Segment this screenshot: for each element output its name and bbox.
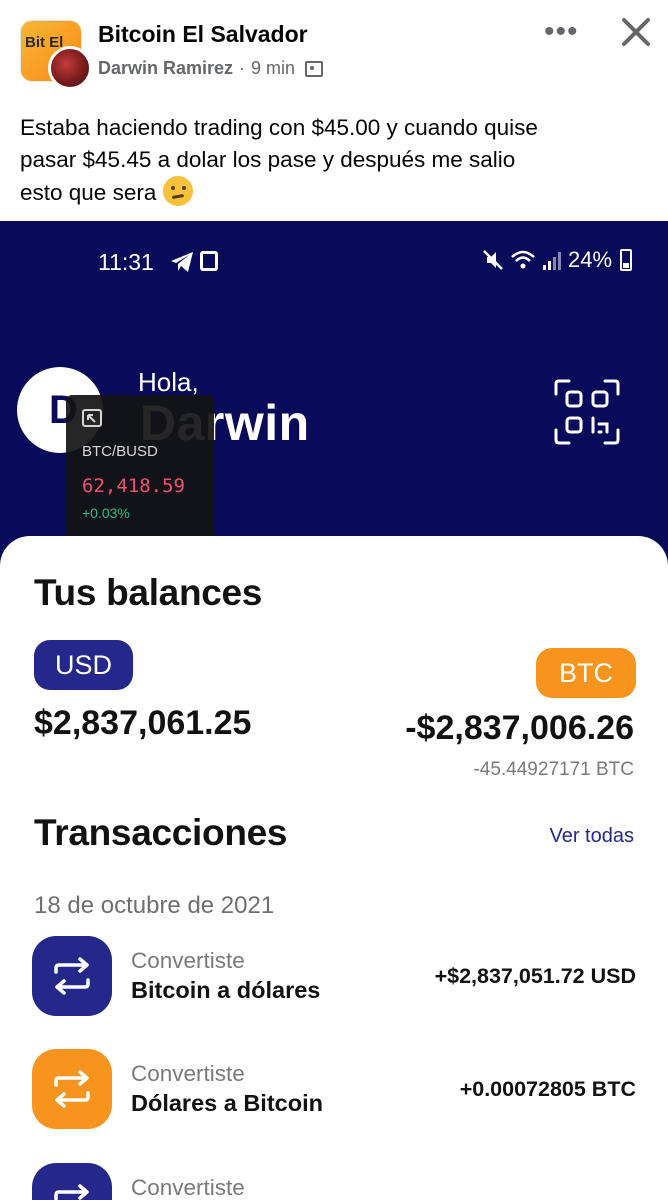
btc-badge[interactable]: BTC (536, 648, 636, 698)
transaction-amount: +0.00072805 BTC (459, 1077, 636, 1101)
wifi-icon (511, 250, 535, 269)
transaction-description: Bitcoin a dólares (131, 977, 321, 1003)
close-icon[interactable] (618, 12, 654, 52)
post-meta: Darwin Ramirez · 9 min (98, 58, 324, 79)
transactions-date: 18 de octubre de 2021 (34, 892, 275, 919)
battery-icon (620, 249, 633, 271)
post-image[interactable]: 11:31 24% D Hola, Darwin BTC/BUSD 62,418… (0, 221, 668, 1200)
transactions-title: Transacciones (34, 812, 288, 853)
post-text-line: esto que sera (20, 176, 650, 209)
transaction-amount: +$2,837,051.72 USD (434, 964, 636, 988)
author-name[interactable]: Darwin Ramirez (98, 58, 233, 79)
meta-separator: · (239, 58, 246, 78)
transaction-description: Dólares a Bitcoin (131, 1090, 323, 1116)
convert-icon (32, 1163, 112, 1200)
transaction-kind: Convertiste (131, 1061, 245, 1086)
btc-balance: -$2,837,006.26 (405, 709, 634, 747)
battery-percent: 24% (568, 247, 613, 272)
qr-code-icon[interactable] (553, 378, 621, 446)
post-text: Estaba haciendo trading con $45.00 y cua… (20, 112, 650, 209)
ticker-price: 62,418.59 (82, 475, 185, 497)
transaction-row[interactable]: Convertiste Bitcoin a dólares +$2,837,05… (32, 936, 636, 1016)
post-text-line: pasar $45.45 a dolar los pase y después … (20, 147, 516, 172)
telegram-icon (171, 252, 193, 272)
balances-card: Tus balances USD $2,837,061.25 BTC -$2,8… (0, 536, 668, 1200)
balances-title: Tus balances (34, 572, 263, 613)
transaction-row[interactable]: Convertiste Dólares a Bitcoin +0.0007280… (32, 1049, 636, 1129)
post-time[interactable]: 9 min (251, 58, 295, 79)
author-avatar[interactable] (48, 46, 92, 90)
status-right: 24% (482, 247, 633, 273)
post-text-line-end: esto que sera (20, 180, 157, 205)
group-name[interactable]: Bitcoin El Salvador (98, 21, 308, 48)
signal-icon (543, 252, 561, 270)
btc-balance-units: -45.44927171 BTC (473, 759, 634, 780)
more-horizontal-icon[interactable]: ••• (544, 17, 579, 47)
transaction-row[interactable]: Convertiste (32, 1163, 636, 1200)
price-ticker-overlay[interactable]: BTC/BUSD 62,418.59 +0.03% (66, 395, 214, 539)
status-bar: 11:31 24% (0, 221, 668, 301)
notification-icon (200, 251, 218, 271)
convert-icon (32, 1049, 112, 1129)
thinking-face-icon (162, 176, 193, 206)
post-header: Bit El Bitcoin El Salvador Darwin Ramire… (0, 0, 668, 100)
group-logo-text: Bit El (25, 34, 64, 51)
transaction-kind: Convertiste (131, 948, 245, 973)
expand-icon[interactable] (82, 409, 102, 427)
mute-icon (483, 250, 503, 270)
usd-badge[interactable]: USD (34, 640, 133, 690)
usd-balance: $2,837,061.25 (34, 704, 252, 742)
convert-icon (32, 936, 112, 1016)
see-all-link[interactable]: Ver todas (549, 825, 634, 848)
ticker-pair: BTC/BUSD (82, 443, 158, 460)
post-text-line: Estaba haciendo trading con $45.00 y cua… (20, 115, 538, 140)
group-privacy-icon (305, 60, 324, 77)
ticker-change: +0.03% (82, 505, 130, 521)
status-time: 11:31 (98, 249, 154, 275)
transaction-kind: Convertiste (131, 1175, 245, 1200)
